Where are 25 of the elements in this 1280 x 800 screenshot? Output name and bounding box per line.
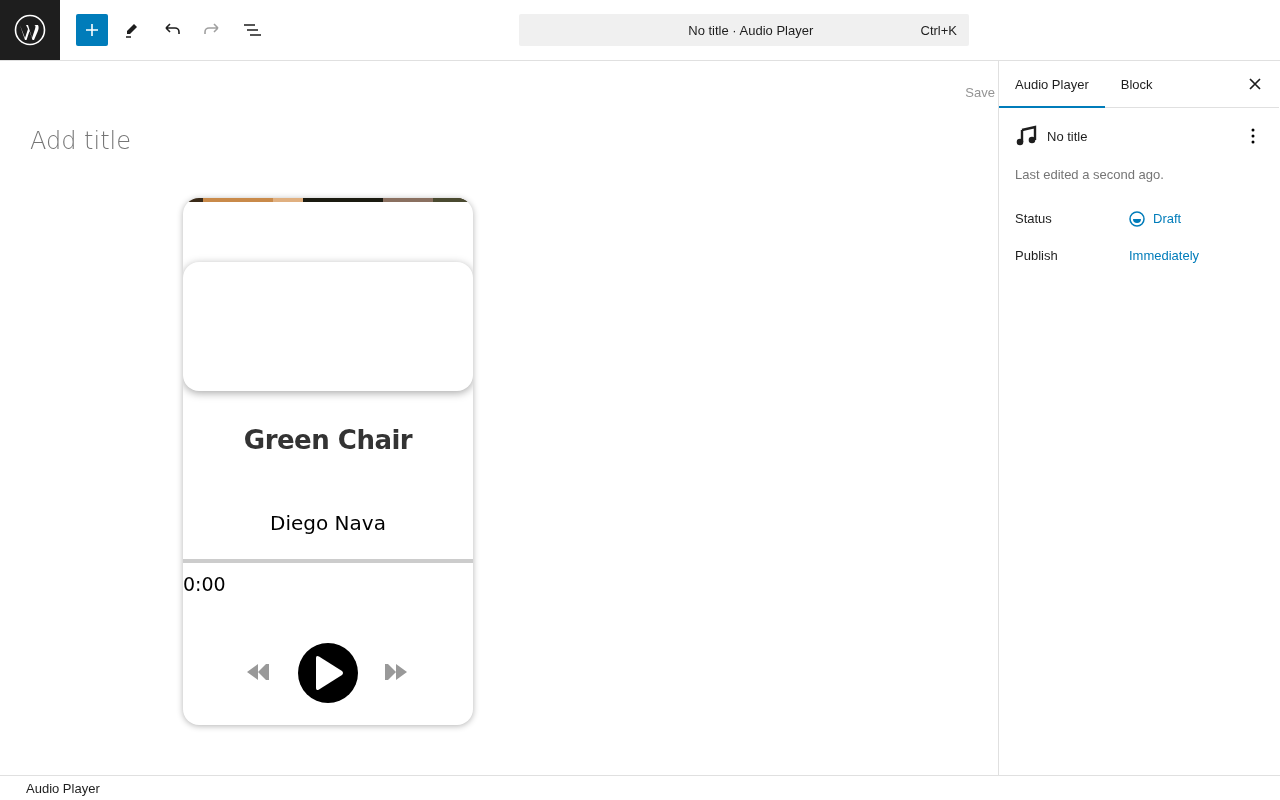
rewind-button[interactable] (246, 663, 272, 683)
more-vertical-icon (1251, 127, 1255, 145)
status-icon (1129, 210, 1145, 227)
field-label: Publish (1015, 248, 1059, 263)
save-status: Save (965, 85, 995, 100)
add-block-button[interactable] (76, 14, 108, 46)
publish-link[interactable]: Immediately (1129, 248, 1200, 263)
wordpress-logo[interactable] (0, 0, 60, 60)
track-title: Green Chair (242, 425, 414, 455)
sidebar-tab[interactable]: Audio Player (999, 60, 1105, 108)
status-button[interactable]: Draft (1129, 210, 1182, 227)
artist-name: Diego Nava (269, 511, 387, 535)
close-icon (1248, 77, 1262, 91)
sidebar-tab[interactable]: Block (1104, 60, 1169, 108)
fast-forward-icon (384, 663, 408, 681)
rewind-icon (246, 663, 270, 681)
command-bar[interactable]: No title · Audio Player Ctrl+K (519, 14, 969, 46)
field-label: Status (1015, 211, 1053, 226)
last-edited-text: Last edited a second ago. (1014, 166, 1165, 182)
post-title: No title (1047, 128, 1088, 144)
breadcrumb-link[interactable]: Audio Player (26, 780, 100, 796)
plus-icon (84, 22, 100, 38)
elapsed-time: 0:00 (183, 573, 227, 595)
music-note-icon (1015, 125, 1037, 147)
play-button[interactable] (298, 643, 358, 703)
